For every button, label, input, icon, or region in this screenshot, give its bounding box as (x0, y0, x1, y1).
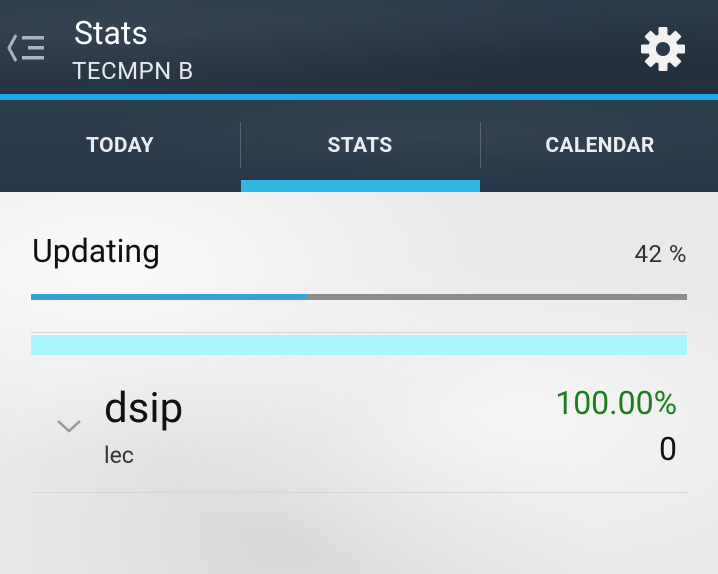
gear-icon[interactable] (640, 26, 686, 72)
update-percent: 42 % (634, 240, 687, 268)
divider (31, 332, 687, 333)
update-label: Updating (32, 232, 161, 270)
divider (31, 492, 687, 493)
menu-back-icon[interactable] (6, 32, 48, 64)
page-subtitle: TECMPN B (72, 57, 194, 85)
tab-today[interactable]: TODAY (0, 100, 240, 192)
subject-type: lec (104, 442, 134, 469)
subject-group-band (31, 335, 687, 355)
update-progress-bar (31, 294, 687, 300)
tab-calendar[interactable]: CALENDAR (480, 100, 718, 192)
app-bar: Stats TECMPN B (0, 0, 718, 94)
chevron-down-icon[interactable] (56, 418, 82, 434)
tab-stats[interactable]: STATS (240, 100, 480, 192)
tab-bar: TODAY STATS CALENDAR (0, 100, 718, 192)
page-title: Stats (74, 14, 148, 52)
update-progress-fill (31, 294, 307, 300)
stats-content: Updating 42 % dsip lec 100.00% 0 (0, 192, 718, 574)
subject-name: dsip (104, 384, 184, 433)
subject-count: 0 (659, 430, 677, 468)
selected-tab-indicator (241, 180, 480, 192)
subject-attendance-percent: 100.00% (555, 384, 677, 422)
